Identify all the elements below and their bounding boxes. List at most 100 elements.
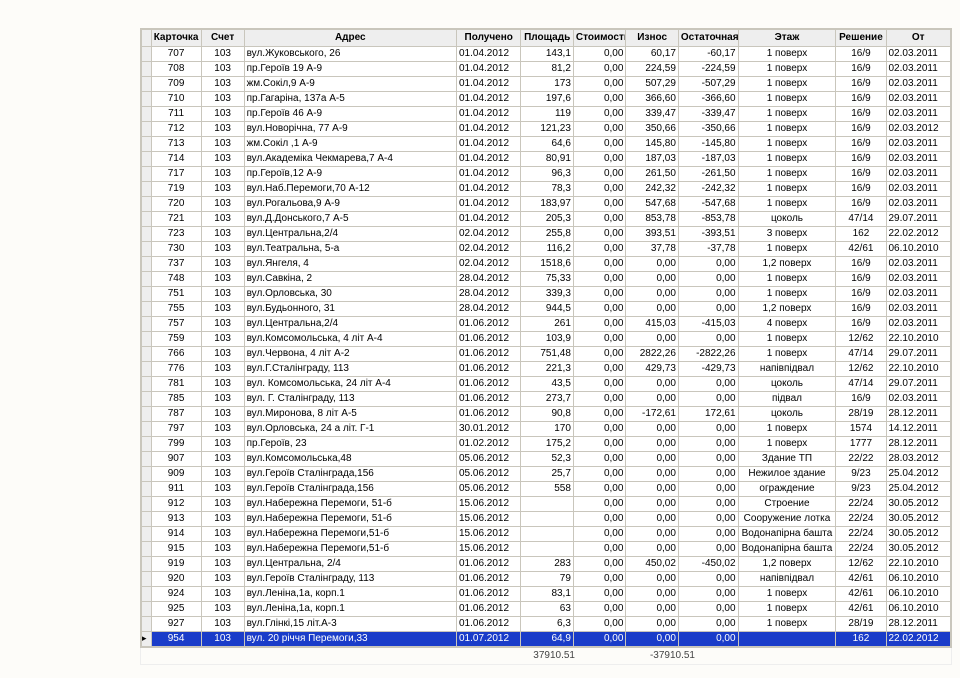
cell-schet[interactable]: 103 [201, 602, 244, 617]
cell-ostat[interactable]: -187,03 [678, 152, 738, 167]
cell-ot[interactable]: 29.07.2011 [886, 347, 951, 362]
cell-etazh[interactable]: 1,2 поверх [738, 557, 836, 572]
cell-resh[interactable]: 9/23 [836, 482, 886, 497]
cell-poluch[interactable]: 01.04.2012 [456, 107, 520, 122]
cell-plosh[interactable]: 197,6 [521, 92, 574, 107]
cell-adres[interactable]: вул.Леніна,1а, корп.1 [244, 602, 456, 617]
cell-adres[interactable]: вул.Академіка Чекмарева,7 А-4 [244, 152, 456, 167]
cell-poluch[interactable]: 05.06.2012 [456, 482, 520, 497]
cell-ot[interactable]: 02.03.2011 [886, 302, 951, 317]
cell-ostat[interactable]: -366,60 [678, 92, 738, 107]
table-row[interactable]: 709103жм.Сокіл,9 А-901.04.20121730,00507… [142, 77, 951, 92]
cell-poluch[interactable]: 01.06.2012 [456, 362, 520, 377]
cell-iznos[interactable]: 60,17 [626, 47, 679, 62]
cell-kart[interactable]: 710 [151, 92, 201, 107]
cell-schet[interactable]: 103 [201, 392, 244, 407]
cell-stoim[interactable]: 0,00 [573, 557, 626, 572]
cell-ostat[interactable]: -350,66 [678, 122, 738, 137]
cell-schet[interactable]: 103 [201, 302, 244, 317]
table-row[interactable]: 723103вул.Центральна,2/402.04.2012255,80… [142, 227, 951, 242]
cell-etazh[interactable]: Здание ТП [738, 452, 836, 467]
cell-adres[interactable]: вул.Наб.Перемоги,70 А-12 [244, 182, 456, 197]
cell-poluch[interactable]: 30.01.2012 [456, 422, 520, 437]
cell-etazh[interactable] [738, 632, 836, 647]
table-row[interactable]: 911103вул.Героїв Сталінграда,15605.06.20… [142, 482, 951, 497]
cell-kart[interactable]: 911 [151, 482, 201, 497]
cell-stoim[interactable]: 0,00 [573, 527, 626, 542]
cell-ot[interactable]: 22.10.2010 [886, 362, 951, 377]
cell-ostat[interactable]: 0,00 [678, 392, 738, 407]
cell-iznos[interactable]: 0,00 [626, 392, 679, 407]
cell-plosh[interactable]: 64,6 [521, 137, 574, 152]
cell-etazh[interactable]: 1 поверх [738, 122, 836, 137]
cell-etazh[interactable]: 1 поверх [738, 422, 836, 437]
cell-adres[interactable]: вул.Янгеля, 4 [244, 257, 456, 272]
cell-stoim[interactable]: 0,00 [573, 407, 626, 422]
cell-kart[interactable]: 907 [151, 452, 201, 467]
cell-poluch[interactable]: 01.06.2012 [456, 572, 520, 587]
cell-plosh[interactable]: 121,23 [521, 122, 574, 137]
cell-kart[interactable]: 781 [151, 377, 201, 392]
cell-ostat[interactable]: 0,00 [678, 572, 738, 587]
cell-iznos[interactable]: 2822,26 [626, 347, 679, 362]
col-plosh[interactable]: Площадь [521, 30, 574, 47]
cell-ostat[interactable]: 0,00 [678, 302, 738, 317]
cell-ostat[interactable]: -429,73 [678, 362, 738, 377]
cell-iznos[interactable]: 0,00 [626, 272, 679, 287]
table-row[interactable]: 712103вул.Новорічна, 77 А-901.04.2012121… [142, 122, 951, 137]
cell-adres[interactable]: вул.Савкіна, 2 [244, 272, 456, 287]
cell-stoim[interactable]: 0,00 [573, 632, 626, 647]
cell-ot[interactable]: 02.03.2011 [886, 107, 951, 122]
cell-resh[interactable]: 16/9 [836, 272, 886, 287]
cell-resh[interactable]: 16/9 [836, 302, 886, 317]
cell-ot[interactable]: 02.03.2012 [886, 122, 951, 137]
cell-etazh[interactable]: Водонапірна башта [738, 542, 836, 557]
cell-ostat[interactable]: -261,50 [678, 167, 738, 182]
cell-adres[interactable]: вул.Центральна, 2/4 [244, 557, 456, 572]
cell-iznos[interactable]: 0,00 [626, 302, 679, 317]
cell-adres[interactable]: жм.Сокіл ,1 А-9 [244, 137, 456, 152]
cell-plosh[interactable]: 183,97 [521, 197, 574, 212]
cell-ostat[interactable]: 0,00 [678, 497, 738, 512]
cell-iznos[interactable]: 0,00 [626, 422, 679, 437]
table-row[interactable]: 907103вул.Комсомольська,4805.06.201252,3… [142, 452, 951, 467]
cell-adres[interactable]: вул.Новорічна, 77 А-9 [244, 122, 456, 137]
table-row[interactable]: 913103вул.Набережна Перемоги, 51-б15.06.… [142, 512, 951, 527]
cell-adres[interactable]: вул.Набережна Перемоги,51-б [244, 527, 456, 542]
cell-plosh[interactable]: 173 [521, 77, 574, 92]
table-row[interactable]: 751103вул.Орловська, 3028.04.2012339,30,… [142, 287, 951, 302]
cell-kart[interactable]: 755 [151, 302, 201, 317]
cell-resh[interactable]: 22/24 [836, 497, 886, 512]
cell-resh[interactable]: 16/9 [836, 392, 886, 407]
cell-stoim[interactable]: 0,00 [573, 377, 626, 392]
cell-adres[interactable]: вул. 20 річчя Перемоги,33 [244, 632, 456, 647]
cell-poluch[interactable]: 01.06.2012 [456, 617, 520, 632]
cell-poluch[interactable]: 01.04.2012 [456, 77, 520, 92]
cell-kart[interactable]: 909 [151, 467, 201, 482]
cell-ostat[interactable]: -37,78 [678, 242, 738, 257]
cell-ostat[interactable]: -450,02 [678, 557, 738, 572]
cell-adres[interactable]: вул.Набережна Перемоги,51-б [244, 542, 456, 557]
cell-etazh[interactable]: 1 поверх [738, 77, 836, 92]
table-row[interactable]: 912103вул.Набережна Перемоги, 51-б15.06.… [142, 497, 951, 512]
cell-iznos[interactable]: 187,03 [626, 152, 679, 167]
cell-kart[interactable]: 919 [151, 557, 201, 572]
cell-stoim[interactable]: 0,00 [573, 152, 626, 167]
cell-resh[interactable]: 28/19 [836, 617, 886, 632]
cell-plosh[interactable]: 81,2 [521, 62, 574, 77]
cell-poluch[interactable]: 01.06.2012 [456, 347, 520, 362]
cell-poluch[interactable]: 02.04.2012 [456, 242, 520, 257]
cell-plosh[interactable]: 25,7 [521, 467, 574, 482]
col-iznos[interactable]: Износ [626, 30, 679, 47]
cell-adres[interactable]: вул.Героїв Сталінграду, 113 [244, 572, 456, 587]
cell-resh[interactable]: 16/9 [836, 182, 886, 197]
cell-poluch[interactable]: 28.04.2012 [456, 302, 520, 317]
cell-stoim[interactable]: 0,00 [573, 602, 626, 617]
cell-resh[interactable]: 16/9 [836, 167, 886, 182]
cell-etazh[interactable]: 1 поверх [738, 587, 836, 602]
cell-schet[interactable]: 103 [201, 377, 244, 392]
cell-ostat[interactable]: 0,00 [678, 452, 738, 467]
table-row[interactable]: 920103вул.Героїв Сталінграду, 11301.06.2… [142, 572, 951, 587]
cell-stoim[interactable]: 0,00 [573, 587, 626, 602]
cell-adres[interactable]: вул.Глінкі,15 літ.А-3 [244, 617, 456, 632]
